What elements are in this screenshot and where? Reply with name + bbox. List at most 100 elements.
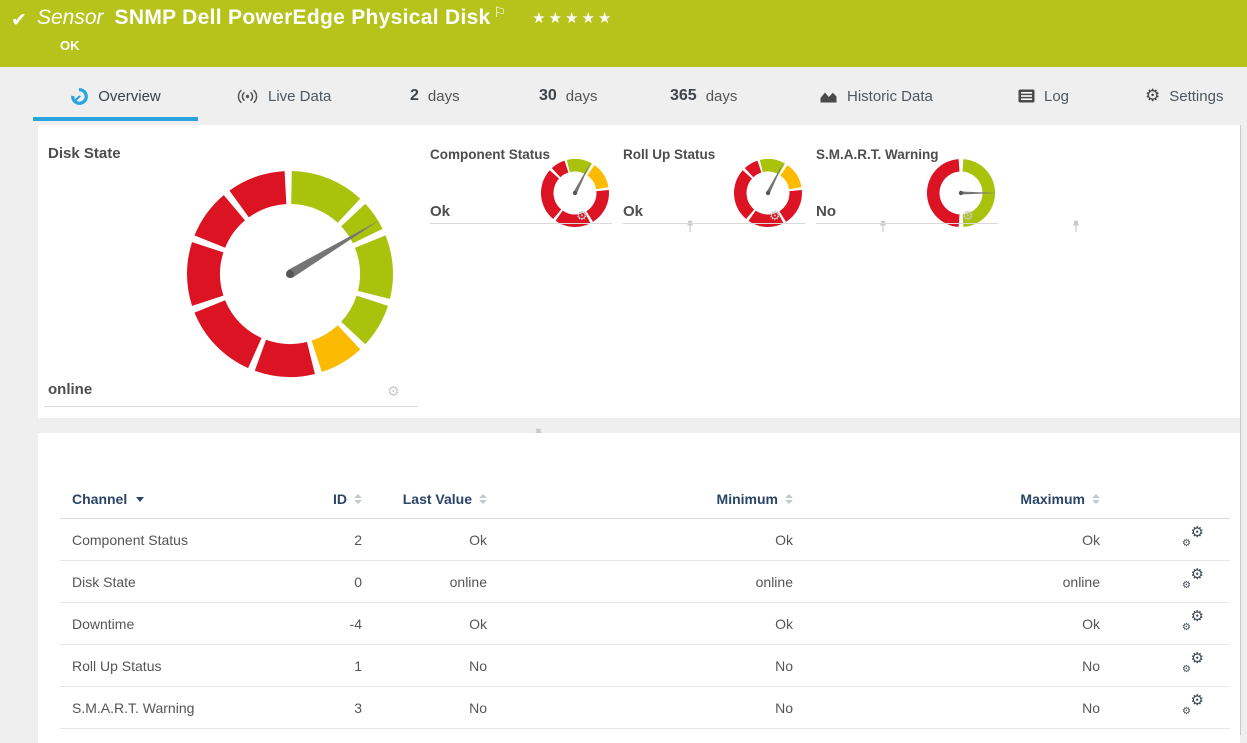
tile-gear-icon[interactable]: ⚙ [769,210,781,223]
channel-settings-icon[interactable]: ⚙ ⚙ [1182,651,1204,675]
tab-log[interactable]: Log [1018,67,1069,125]
gauge-tile-roll-up-status: Roll Up Status Ok ⚙ [623,147,886,232]
component-status-gauge [540,159,609,227]
gauge-tile-smart-warning: S.M.A.R.T. Warning No ⚙ [816,147,1079,232]
tile-gear-icon[interactable]: ⚙ [387,385,400,399]
cell-channel: Component Status [72,531,188,548]
area-chart-icon [820,92,837,102]
tile-value: No [816,203,836,220]
tab-label: Live Data [268,87,332,105]
column-header-id[interactable]: ID [312,489,362,507]
column-header-channel[interactable]: Channel [60,489,312,507]
cell-channel: Roll Up Status [72,657,162,674]
gauges-panel: Disk State online ⚙ Component Status Ok … [38,125,1240,441]
channel-table-body: Component Status 2 Ok Ok Ok ⚙ ⚙ Disk Stat… [60,519,1230,729]
cell-maximum: Ok [1082,615,1100,632]
cell-channel: S.M.A.R.T. Warning [72,699,195,716]
sort-icon [354,494,362,504]
cell-id: 3 [354,699,362,716]
tab-historic-data[interactable]: Historic Data [819,67,933,125]
cell-maximum: Ok [1082,531,1100,548]
column-header-maximum[interactable]: Maximum [793,489,1100,507]
tile-title: Component Status [430,147,550,162]
table-row: Disk State 0 online online online ⚙ ⚙ [60,561,1230,603]
table-row: S.M.A.R.T. Warning 3 No No No ⚙ ⚙ [60,687,1230,729]
cell-channel: Disk State [72,573,136,590]
channel-settings-icon[interactable]: ⚙ ⚙ [1182,525,1204,549]
tab-30-days[interactable]: 30 days [539,67,597,125]
gauge-tile-disk-state: Disk State online ⚙ [38,125,542,441]
tab-label: Log [1044,87,1070,105]
tab-settings[interactable]: ⚙ Settings [1145,67,1223,125]
tile-divider [816,223,998,224]
sort-icon [1092,494,1100,504]
channel-settings-icon[interactable]: ⚙ ⚙ [1182,693,1204,717]
priority-flag-icon[interactable]: ⚐ [494,5,507,21]
cell-id: -4 [349,615,362,632]
tab-365-days[interactable]: 365 days [670,67,737,125]
prtg-sensor-page: { "icons": { "check": "✔", "flag": "⚐", … [0,0,1247,743]
tile-value: online [48,381,93,398]
cell-id: 1 [354,657,362,674]
tab-overview[interactable]: Overview [33,67,198,125]
table-header-row: Channel ID Last Value Minimum Maximum [60,489,1230,519]
channel-table: Channel ID Last Value Minimum Maximum Co… [60,489,1230,729]
log-list-icon [1018,89,1035,103]
smart-warning-gauge [926,159,997,227]
tab-label: days [565,87,598,105]
cell-minimum: Ok [775,615,793,632]
sort-icon [785,494,793,504]
tab-label: days [705,87,738,105]
cell-minimum: Ok [775,531,793,548]
column-header-minimum[interactable]: Minimum [487,489,793,507]
tile-value: Ok [430,203,451,220]
tab-live-data[interactable]: Live Data [236,67,331,125]
tab-number: 30 [539,87,557,104]
cell-channel: Downtime [72,615,135,632]
tile-gear-icon[interactable]: ⚙ [576,210,588,223]
disk-state-gauge [186,171,393,378]
priority-stars[interactable]: ★★★★★ [532,6,614,27]
tile-title: Roll Up Status [623,147,716,162]
cell-maximum: No [1082,657,1100,674]
cell-id: 0 [354,573,362,590]
cell-id: 2 [354,531,362,548]
scrollbar-track[interactable] [1240,125,1247,735]
tile-divider [430,223,612,224]
tab-number: 2 [410,87,419,104]
tile-value: Ok [623,203,644,220]
gauge-icon [71,87,89,105]
pin-icon[interactable] [1071,220,1081,233]
tab-label: Settings [1169,87,1224,105]
object-type-label: Sensor [37,6,104,29]
tile-title: Disk State [48,145,121,162]
tab-label: days [427,87,460,105]
tab-label: Overview [98,87,161,105]
sort-icon [479,494,487,504]
cell-maximum: online [1062,573,1100,590]
tab-bar: Overview Live Data 2 days 30 days 365 da… [0,67,1247,125]
status-check-icon: ✔ [11,9,27,31]
tab-number: 365 [670,87,697,104]
column-header-last-value[interactable]: Last Value [362,489,487,507]
cell-last-value: No [469,699,487,716]
cell-last-value: No [469,657,487,674]
cell-minimum: online [755,573,793,590]
gear-icon: ⚙ [1145,85,1161,106]
cell-last-value: Ok [469,615,487,632]
cell-minimum: No [775,699,793,716]
tile-gear-icon[interactable]: ⚙ [962,210,974,223]
sensor-title: SNMP Dell PowerEdge Physical Disk [114,6,491,29]
table-row: Roll Up Status 1 No No No ⚙ ⚙ [60,645,1230,687]
sort-desc-icon [136,496,145,502]
table-row: Component Status 2 Ok Ok Ok ⚙ ⚙ [60,519,1230,561]
cell-maximum: No [1082,699,1100,716]
table-row: Downtime -4 Ok Ok Ok ⚙ ⚙ [60,603,1230,645]
channel-settings-icon[interactable]: ⚙ ⚙ [1182,609,1204,633]
channel-settings-icon[interactable]: ⚙ ⚙ [1182,567,1204,591]
tab-2-days[interactable]: 2 days [410,67,460,125]
tile-divider [623,223,805,224]
channel-table-panel: Channel ID Last Value Minimum Maximum Co… [38,433,1240,743]
gauge-tile-component-status: Component Status Ok ⚙ [430,147,693,232]
sensor-status-text: OK [60,38,80,53]
